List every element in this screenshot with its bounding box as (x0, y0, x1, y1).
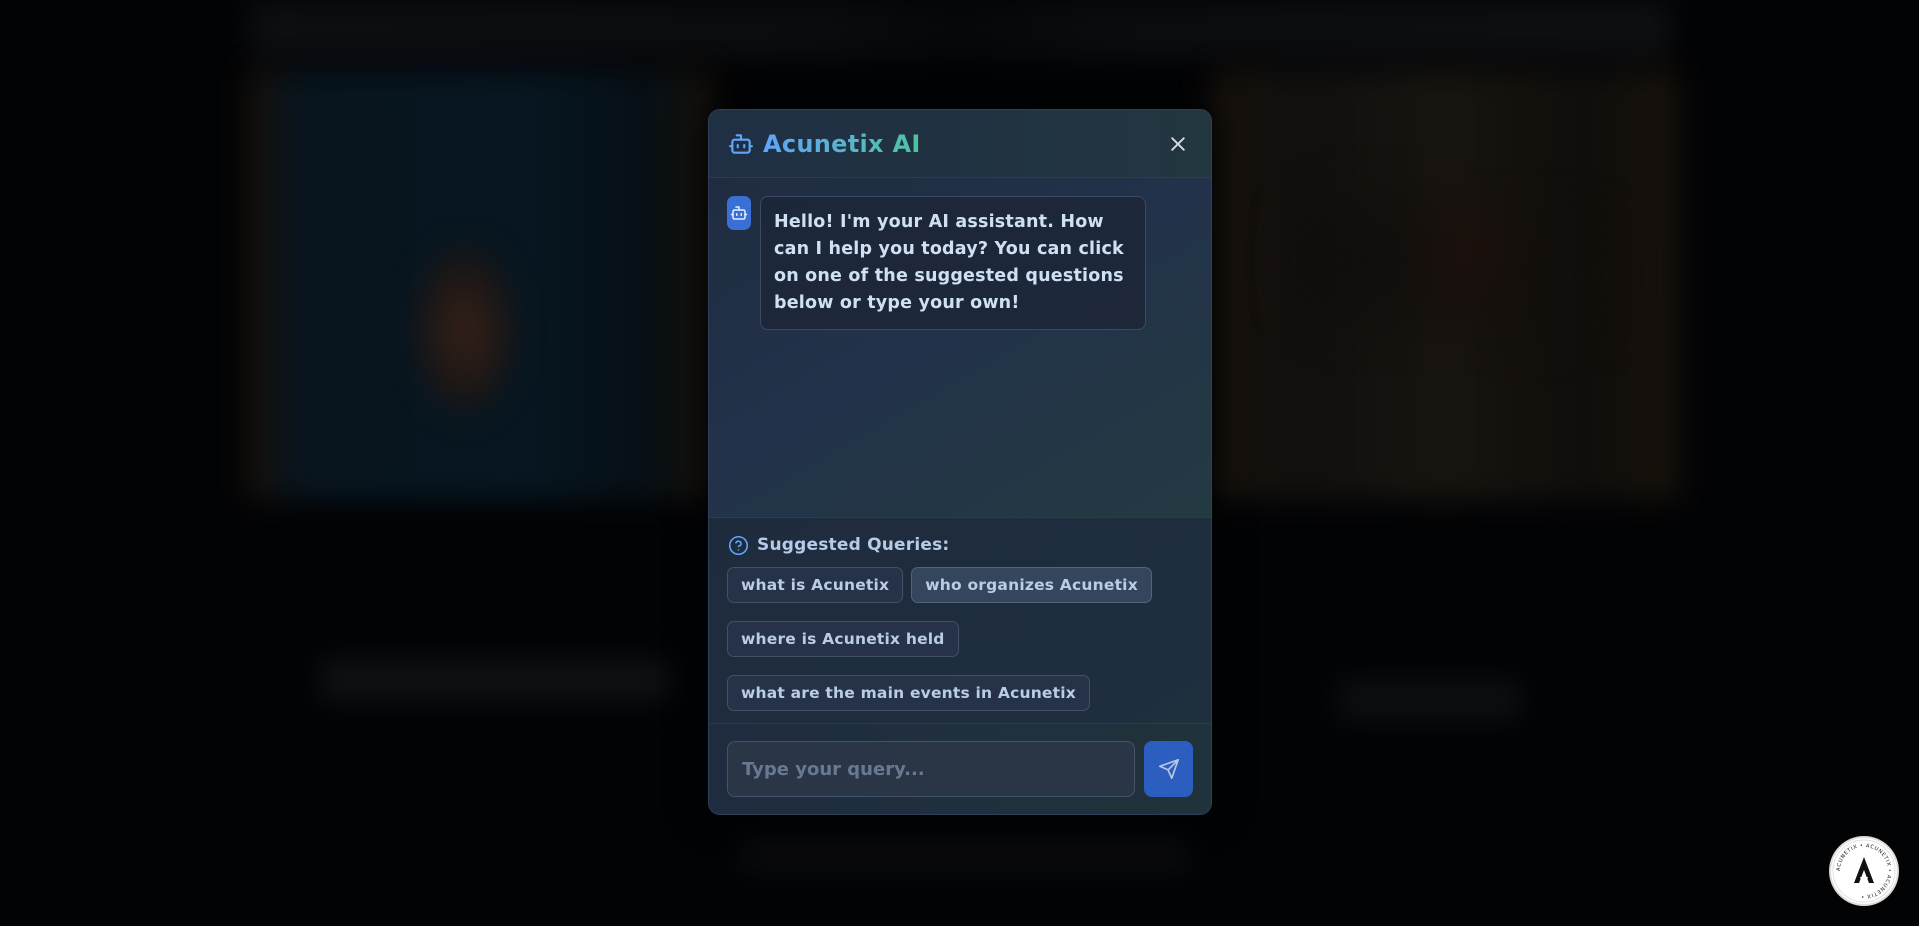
background-figure-left (410, 240, 520, 420)
background-figure-right (1270, 140, 1630, 440)
question-circle-icon (727, 534, 749, 556)
background-text-bottom (740, 840, 1190, 870)
ai-chat-modal: Acunetix AI Hello! I'm your AI assistant… (708, 109, 1212, 815)
acunetix-badge[interactable]: ACUNETIX • ACUNETIX • ACUNETIX • (1831, 838, 1897, 904)
bot-icon (727, 130, 755, 158)
query-input[interactable] (727, 741, 1135, 797)
suggested-queries-section: Suggested Queries: what is Acunetix who … (709, 518, 1211, 724)
background-text-left (320, 660, 670, 700)
bot-message: Hello! I'm your AI assistant. How can I … (727, 196, 1193, 330)
query-input-bar (709, 724, 1211, 814)
message-bubble: Hello! I'm your AI assistant. How can I … (760, 196, 1146, 330)
close-icon (1171, 136, 1185, 151)
suggested-query-chip[interactable]: what are the main events in Acunetix (727, 675, 1090, 711)
modal-header: Acunetix AI (709, 110, 1211, 178)
background-text-right (1340, 680, 1520, 720)
suggested-queries-header: Suggested Queries: (727, 534, 1193, 556)
bot-avatar (727, 196, 751, 230)
close-button[interactable] (1163, 129, 1193, 159)
background-navbar (250, 0, 1670, 60)
modal-title: Acunetix AI (763, 129, 921, 158)
send-button[interactable] (1144, 741, 1193, 797)
suggested-query-chip[interactable]: who organizes Acunetix (911, 567, 1152, 603)
suggested-query-chip[interactable]: what is Acunetix (727, 567, 904, 603)
chat-messages: Hello! I'm your AI assistant. How can I … (709, 178, 1211, 518)
send-icon (1158, 759, 1179, 779)
suggested-query-chip[interactable]: where is Acunetix held (727, 621, 959, 657)
suggested-queries-title: Suggested Queries: (757, 535, 950, 555)
bot-icon (730, 206, 748, 220)
acunetix-logo-icon: ACUNETIX • ACUNETIX • ACUNETIX • (1832, 839, 1896, 903)
suggested-query-list: what is Acunetix who organizes Acunetix … (727, 567, 1193, 711)
